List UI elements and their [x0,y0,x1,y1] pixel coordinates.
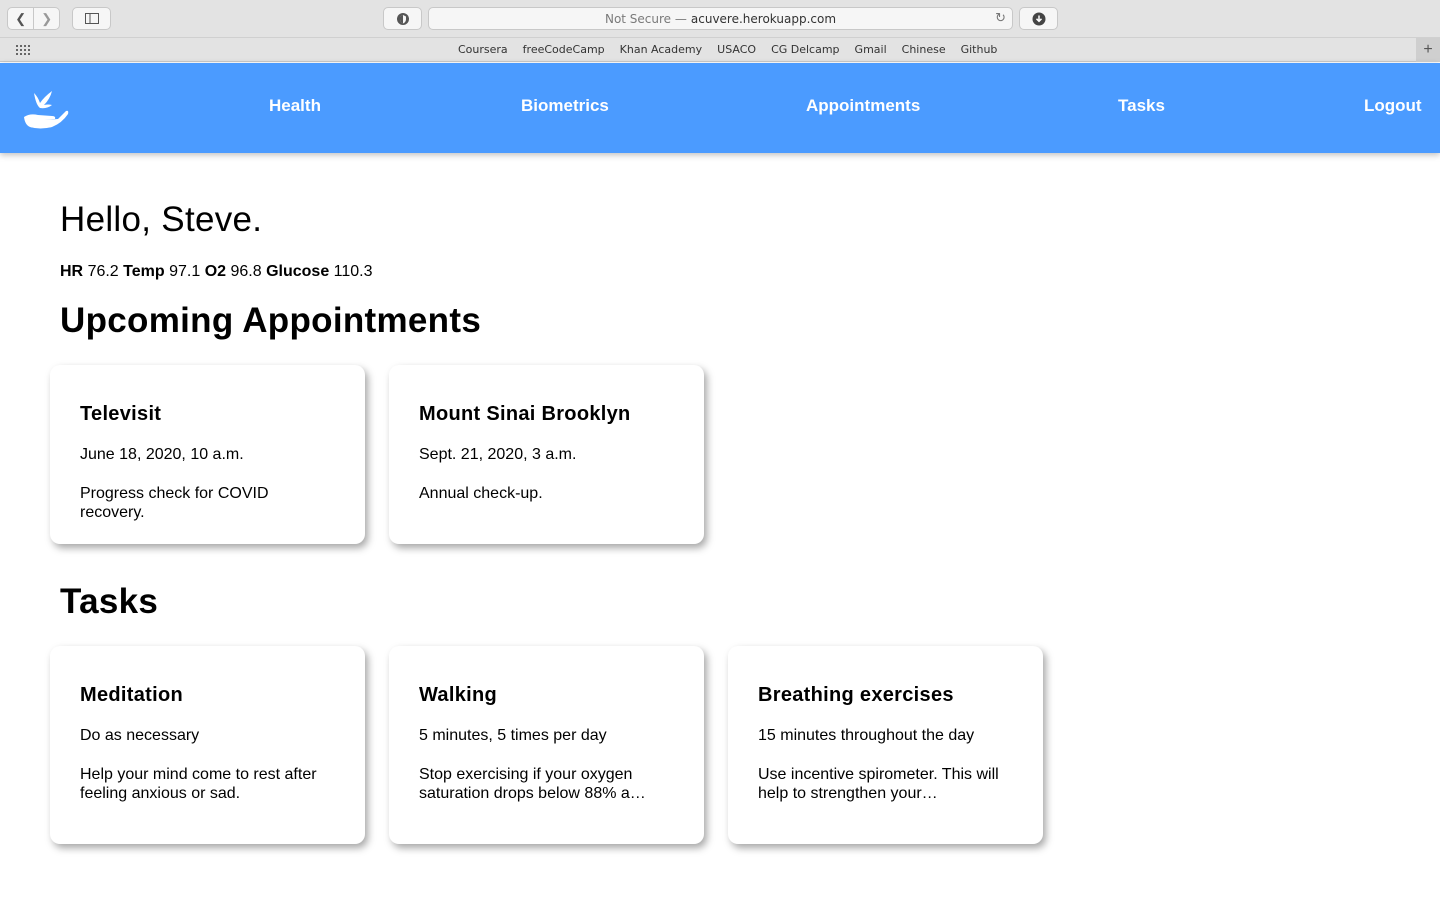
bookmark-item[interactable]: Khan Academy [620,43,703,56]
vital-label-hr: HR [60,263,84,280]
appointment-card[interactable]: Televisit June 18, 2020, 10 a.m. Progres… [50,365,365,544]
nav-logout[interactable]: Logout [1364,96,1422,116]
forward-button[interactable]: ❯ [33,8,59,29]
appointment-datetime: Sept. 21, 2020, 3 a.m. [419,446,577,463]
bookmark-list: Coursera freeCodeCamp Khan Academy USACO… [458,43,1012,56]
appointments-heading: Upcoming Appointments [60,301,482,340]
tasks-heading: Tasks [60,582,159,621]
privacy-report-button[interactable] [383,7,422,30]
task-title: Walking [419,684,498,706]
task-description: Help your mind come to rest after feelin… [80,766,317,802]
history-nav: ❮ ❯ [7,7,60,30]
downloads-button[interactable] [1019,7,1058,30]
shield-icon [396,12,409,25]
security-status: Not Secure — [604,11,687,26]
bookmark-item[interactable]: Gmail [855,43,887,56]
appointment-card[interactable]: Mount Sinai Brooklyn Sept. 21, 2020, 3 a… [389,365,704,544]
appointment-title: Televisit [80,403,162,425]
nav-appointments[interactable]: Appointments [806,96,920,116]
plus-icon: + [1423,41,1433,58]
appointment-title: Mount Sinai Brooklyn [419,403,631,425]
chevron-right-icon: ❯ [41,10,53,26]
vital-label-glucose: Glucose [266,263,330,280]
nav-tasks[interactable]: Tasks [1118,96,1165,116]
reload-icon[interactable]: ↻ [995,11,1006,26]
sidebar-toggle-button[interactable] [72,7,111,30]
new-tab-button[interactable]: + [1416,38,1440,62]
vital-label-temp: Temp [123,263,165,280]
sidebar-icon [84,13,99,24]
appointment-description: Annual check-up. [419,485,543,502]
nav-biometrics[interactable]: Biometrics [521,96,609,116]
task-title: Meditation [80,684,183,706]
bookmark-item[interactable]: CG Delcamp [771,43,839,56]
greeting-heading: Hello, Steve. [60,200,263,239]
bookmark-item[interactable]: Github [961,43,998,56]
appointment-datetime: June 18, 2020, 10 a.m. [80,446,244,463]
url-text: acuvere.herokuapp.com [690,11,837,26]
vital-value-o2: 96.8 [230,263,262,280]
bookmark-item[interactable]: USACO [717,43,756,56]
vital-value-glucose: 110.3 [333,263,373,280]
vital-value-hr: 76.2 [87,263,119,280]
back-button[interactable]: ❮ [8,8,33,29]
task-frequency: Do as necessary [80,727,200,744]
nav-health[interactable]: Health [269,96,321,116]
address-bar[interactable]: Not Secure — acuvere.herokuapp.com ↻ [428,7,1013,30]
download-icon [1032,12,1045,25]
bookmark-item[interactable]: Coursera [458,43,508,56]
vital-label-o2: O2 [204,263,227,280]
appointment-description: Progress check for COVID recovery. [80,485,269,521]
vitals-summary: HR 76.2 Temp 97.1 O2 96.8 Glucose 110.3 [60,263,373,281]
task-card[interactable]: Breathing exercises 15 minutes throughou… [728,646,1043,844]
dove-hand-logo-icon[interactable] [22,87,70,131]
vital-value-temp: 97.1 [169,263,201,280]
task-card[interactable]: Walking 5 minutes, 5 times per day Stop … [389,646,704,844]
chevron-left-icon: ❮ [15,10,27,26]
browser-toolbar: ❮ ❯ Not Secure — acuvere.herokuapp.com ↻ [0,0,1440,38]
bookmarks-bar: Coursera freeCodeCamp Khan Academy USACO… [0,38,1440,62]
bookmark-item[interactable]: freeCodeCamp [523,43,605,56]
task-description: Stop exercising if your oxygen saturatio… [419,766,646,802]
task-description: Use incentive spirometer. This will help… [758,766,999,802]
task-title: Breathing exercises [758,684,954,706]
site-header: Health Biometrics Appointments Tasks Log… [0,63,1440,153]
task-frequency: 15 minutes throughout the day [758,727,975,744]
task-card[interactable]: Meditation Do as necessary Help your min… [50,646,365,844]
bookmark-item[interactable]: Chinese [902,43,946,56]
apps-grid-icon[interactable] [16,45,30,55]
task-frequency: 5 minutes, 5 times per day [419,727,607,744]
